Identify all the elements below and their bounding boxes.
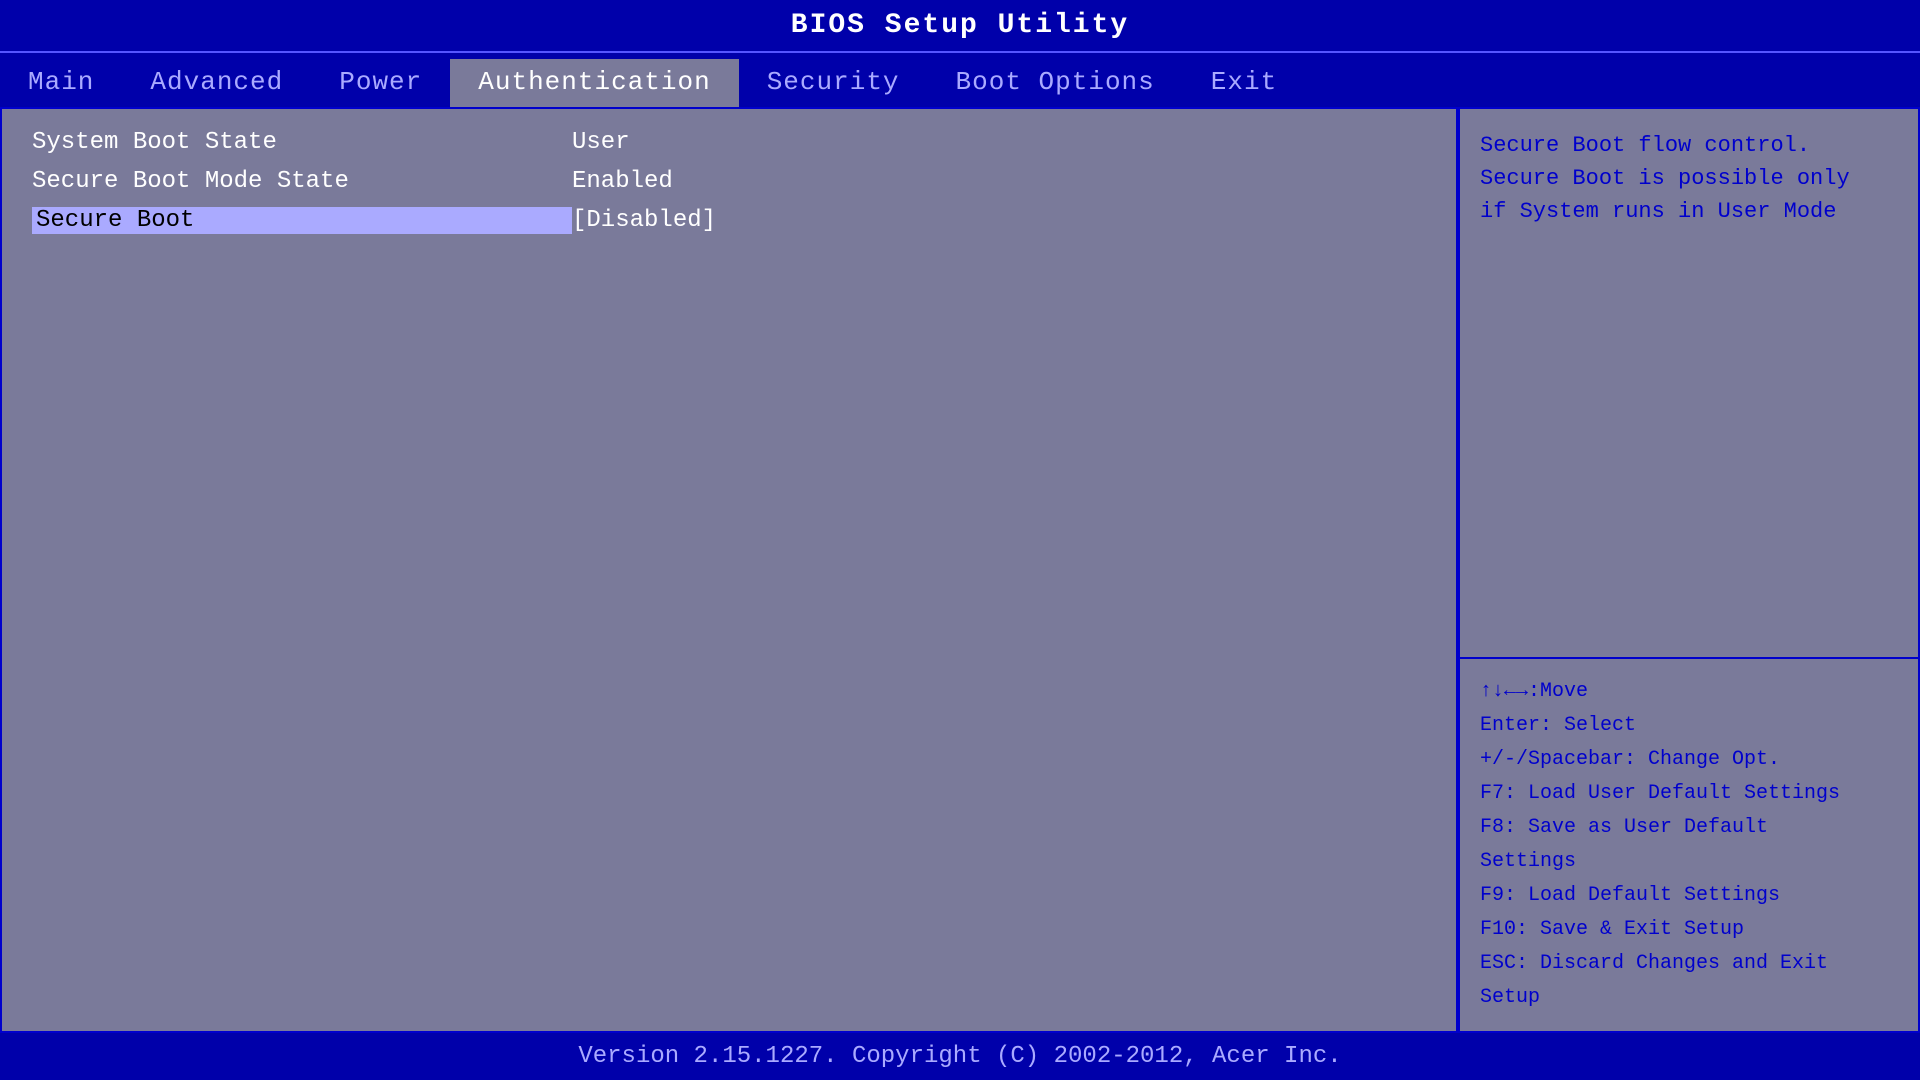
- right-panel: Secure Boot flow control. Secure Boot is…: [1458, 109, 1918, 1031]
- menu-item-advanced[interactable]: Advanced: [122, 59, 311, 107]
- key-f9: F9: Load Default Settings: [1480, 879, 1898, 913]
- key-change: +/-/Spacebar: Change Opt.: [1480, 743, 1898, 777]
- menu-item-main[interactable]: Main: [0, 59, 122, 107]
- key-f7: F7: Load User Default Settings: [1480, 777, 1898, 811]
- menu-item-exit[interactable]: Exit: [1183, 59, 1305, 107]
- app-title: BIOS Setup Utility: [791, 10, 1129, 41]
- setting-value-secure-boot: [Disabled]: [572, 207, 716, 234]
- footer: Version 2.15.1227. Copyright (C) 2002-20…: [0, 1033, 1920, 1080]
- setting-row-secure-boot[interactable]: Secure Boot [Disabled]: [32, 207, 1426, 234]
- menu-bar: Main Advanced Power Authentication Secur…: [0, 51, 1920, 107]
- key-esc: ESC: Discard Changes and Exit: [1480, 947, 1898, 981]
- help-line-2: Secure Boot is possible only: [1480, 162, 1898, 195]
- key-f10: F10: Save & Exit Setup: [1480, 913, 1898, 947]
- menu-item-power[interactable]: Power: [311, 59, 450, 107]
- setting-row-system-boot-state[interactable]: System Boot State User: [32, 129, 1426, 156]
- setting-label-system-boot-state: System Boot State: [32, 129, 572, 156]
- setting-label-secure-boot-mode-state: Secure Boot Mode State: [32, 168, 572, 195]
- menu-item-boot-options[interactable]: Boot Options: [928, 59, 1183, 107]
- title-bar: BIOS Setup Utility: [0, 0, 1920, 51]
- key-f8-line2: Settings: [1480, 845, 1898, 879]
- menu-item-security[interactable]: Security: [739, 59, 928, 107]
- key-f8-line1: F8: Save as User Default: [1480, 811, 1898, 845]
- menu-item-authentication[interactable]: Authentication: [450, 59, 738, 107]
- key-help: ↑↓←→:Move Enter: Select +/-/Spacebar: Ch…: [1460, 659, 1918, 1031]
- help-line-3: if System runs in User Mode: [1480, 195, 1898, 228]
- main-content: System Boot State User Secure Boot Mode …: [0, 107, 1920, 1033]
- key-move: ↑↓←→:Move: [1480, 675, 1898, 709]
- help-line-1: Secure Boot flow control.: [1480, 129, 1898, 162]
- setting-value-secure-boot-mode-state: Enabled: [572, 168, 673, 195]
- key-enter: Enter: Select: [1480, 709, 1898, 743]
- left-panel: System Boot State User Secure Boot Mode …: [2, 109, 1458, 1031]
- key-esc-line2: Setup: [1480, 981, 1898, 1015]
- setting-value-system-boot-state: User: [572, 129, 630, 156]
- setting-label-secure-boot: Secure Boot: [32, 207, 572, 234]
- setting-row-secure-boot-mode-state[interactable]: Secure Boot Mode State Enabled: [32, 168, 1426, 195]
- footer-text: Version 2.15.1227. Copyright (C) 2002-20…: [578, 1043, 1341, 1070]
- help-text: Secure Boot flow control. Secure Boot is…: [1460, 109, 1918, 659]
